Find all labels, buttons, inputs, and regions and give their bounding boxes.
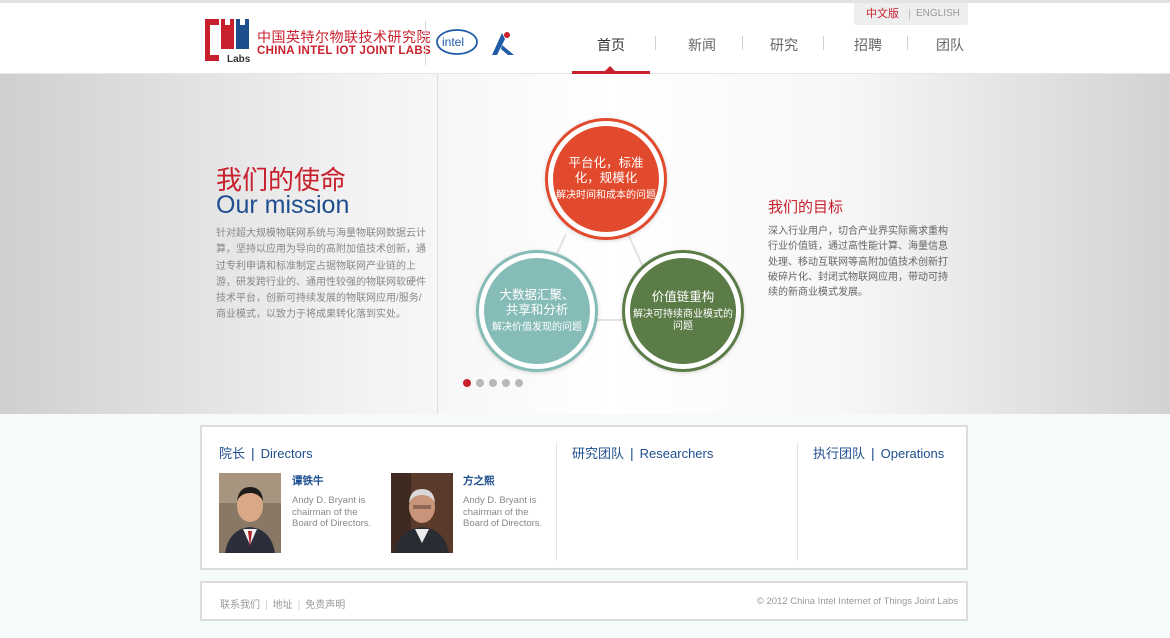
director-name-2[interactable]: 方之熙 <box>463 473 495 488</box>
org-name-cn: 中国英特尔物联技术研究院 <box>257 29 431 45</box>
slider-dot-3[interactable] <box>489 379 497 387</box>
slider-dot-5[interactable] <box>515 379 523 387</box>
heading-separator: | <box>251 445 255 461</box>
goal-text: 深入行业用户，切合产业界实际需求重构行业价值链，通过高性能计算、海量信息处理、移… <box>768 226 948 299</box>
nav-research[interactable]: 研究 <box>770 35 798 55</box>
heading-separator: | <box>871 445 875 461</box>
hero-banner: 我们的使命 Our mission 针对超大规模物联网系统与海量物联网数据云计算… <box>0 74 1170 414</box>
circle-valuechain-inner: 价值链重构 解决可持续商业模式的问题 <box>630 258 736 364</box>
directors-heading-en: Directors <box>260 446 313 461</box>
heading-separator: | <box>630 445 634 461</box>
circle-valuechain-subtitle: 解决可持续商业模式的问题 <box>633 308 733 332</box>
lang-en-link[interactable]: ENGLISH <box>916 3 960 25</box>
circle-valuechain-title: 价值链重构 <box>651 289 715 304</box>
circle-platform-title: 平台化，标准化，规模化 <box>568 156 644 185</box>
operations-heading-en: Operations <box>880 446 945 461</box>
circle-bigdata-subtitle: 解决价值发现的问题 <box>492 322 582 333</box>
circle-bigdata-inner: 大数据汇聚、共享和分析 解决价值发现的问题 <box>484 258 590 364</box>
nav-team[interactable]: 团队 <box>936 35 964 55</box>
org-name-en: CHINA INTEL IOT JOINT LABS <box>257 45 431 57</box>
circle-bigdata-title: 大数据汇聚、共享和分析 <box>499 288 575 317</box>
site-footer: 联系我们 | 地址 | 免责声明 © 2012 China Intel Internet… <box>200 581 968 621</box>
nav-news[interactable]: 新闻 <box>688 35 716 55</box>
researchers-heading-cn: 研究团队 <box>572 447 625 462</box>
circle-platform[interactable]: 平台化，标准化，规模化 解决时间和成本的问题 <box>545 118 667 240</box>
footer-link-disclaimer[interactable]: 免责声明 <box>305 596 345 611</box>
nav-careers[interactable]: 招聘 <box>854 35 882 55</box>
column-divider <box>556 443 557 561</box>
banner-divider <box>437 74 438 414</box>
lang-separator: | <box>908 8 911 20</box>
column-divider <box>797 443 798 561</box>
partner-logo-icon[interactable] <box>488 29 518 57</box>
researchers-heading-en: Researchers <box>639 446 714 461</box>
footer-link-contact[interactable]: 联系我们 <box>220 596 260 611</box>
circle-valuechain[interactable]: 价值链重构 解决可持续商业模式的问题 <box>622 250 744 372</box>
researchers-heading[interactable]: 研究团队 | Researchers <box>572 443 713 462</box>
director-photo-2[interactable] <box>391 473 453 553</box>
slider-dot-4[interactable] <box>502 379 510 387</box>
logo-divider <box>425 21 426 65</box>
logo-labs-text: Labs <box>227 54 251 65</box>
site-header: Labs 中国英特尔物联技术研究院 CHINA INTEL IOT JOINT … <box>0 0 1170 76</box>
intel-logo[interactable]: intel <box>435 27 479 57</box>
nav-separator <box>655 36 656 50</box>
director-name-1[interactable]: 谭铁牛 <box>292 473 324 488</box>
director-desc-2: Andy D. Bryant is chairman of the Board … <box>463 495 543 530</box>
operations-heading-cn: 执行团队 <box>813 447 866 462</box>
language-switch: 中文版 | ENGLISH <box>854 3 968 25</box>
cii-labs-logo[interactable]: Labs <box>205 19 251 65</box>
footer-separator: | <box>265 600 268 611</box>
slider-dot-2[interactable] <box>476 379 484 387</box>
nav-separator <box>907 36 908 50</box>
mission-title-en: Our mission <box>216 191 350 219</box>
circle-platform-inner: 平台化，标准化，规模化 解决时间和成本的问题 <box>553 126 659 232</box>
circle-platform-subtitle: 解决时间和成本的问题 <box>556 190 656 201</box>
footer-separator: | <box>297 600 301 611</box>
goal-title: 我们的目标 <box>768 198 844 216</box>
intel-logo-text: intel <box>442 35 464 49</box>
lang-cn-link[interactable]: 中文版 <box>866 3 899 25</box>
operations-heading[interactable]: 执行团队 | Operations <box>813 443 944 462</box>
footer-link-address[interactable]: 地址 <box>273 596 293 611</box>
directors-heading[interactable]: 院长 | Directors <box>219 443 313 462</box>
director-desc-1: Andy D. Bryant is chairman of the Board … <box>292 495 372 530</box>
nav-separator <box>742 36 743 50</box>
director-photo-1[interactable] <box>219 473 281 553</box>
circle-bigdata[interactable]: 大数据汇聚、共享和分析 解决价值发现的问题 <box>476 250 598 372</box>
nav-separator <box>823 36 824 50</box>
mission-text: 针对超大规模物联网系统与海量物联网数据云计算，坚持以应用为导向的高附加值技术创新… <box>216 228 426 321</box>
directors-heading-cn: 院长 <box>219 447 246 462</box>
slider-dot-1[interactable] <box>463 379 471 387</box>
footer-links: 联系我们 | 地址 | 免责声明 <box>220 596 345 611</box>
nav-home[interactable]: 首页 <box>597 35 625 55</box>
team-panel: 院长 | Directors 谭铁牛 Andy D. Bryant is chair… <box>200 425 968 570</box>
footer-copyright: © 2012 China Intel Internet of Things Jo… <box>756 596 958 607</box>
